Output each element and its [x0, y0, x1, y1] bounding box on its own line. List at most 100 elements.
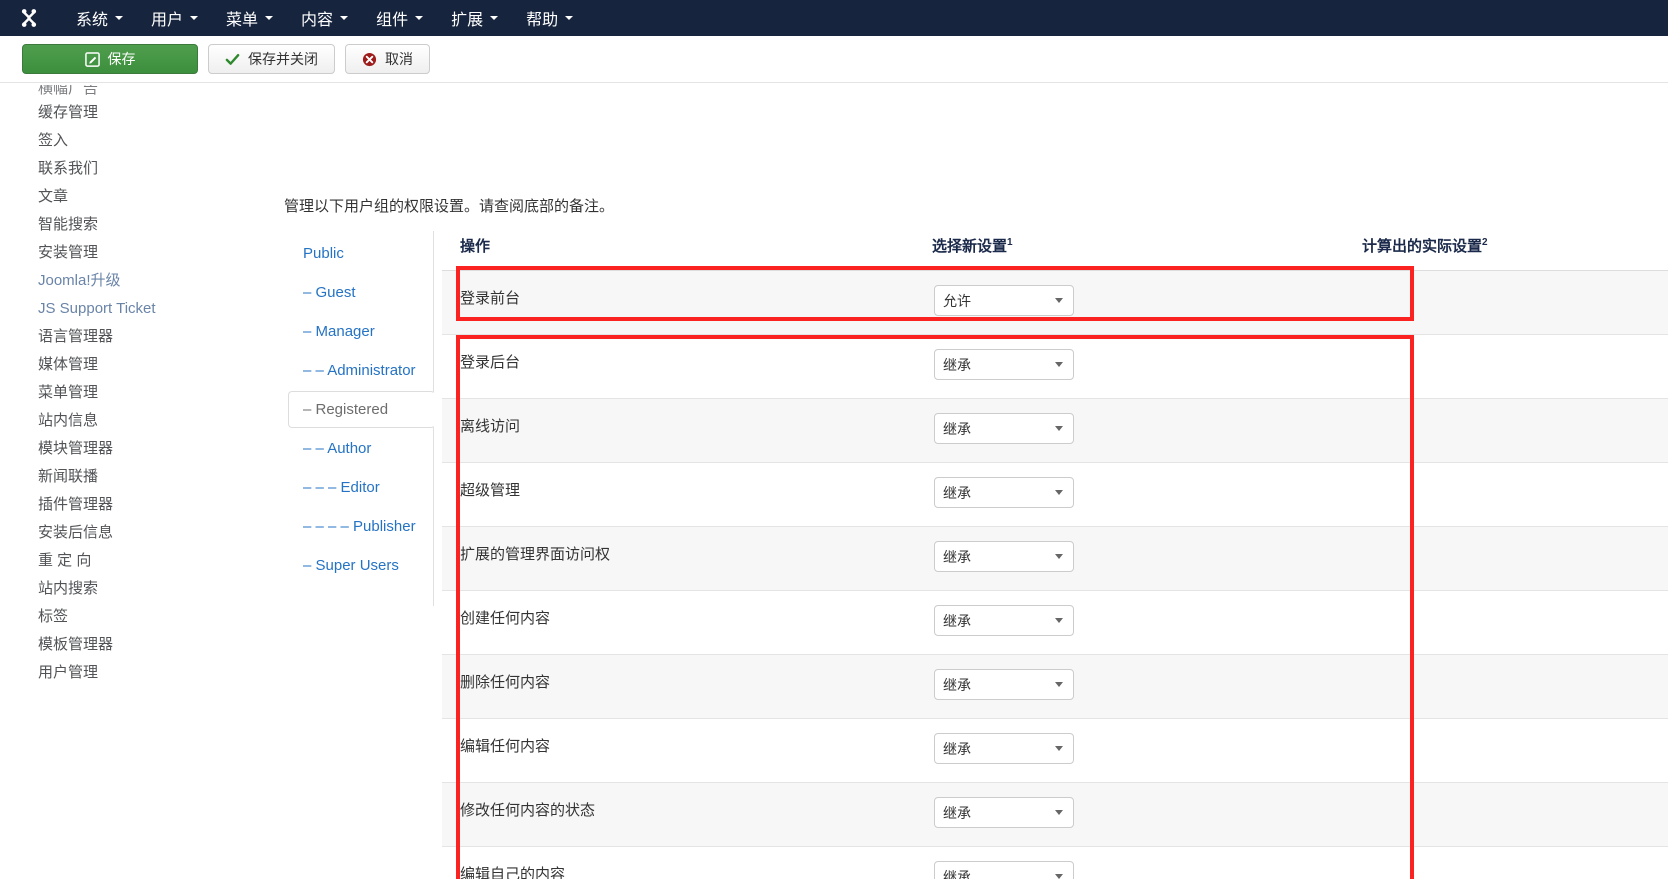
- chevron-down-icon: [1055, 426, 1063, 431]
- sidebar-item-1[interactable]: 缓存管理: [38, 99, 250, 127]
- save-and-close-button-label: 保存并关闭: [248, 51, 318, 67]
- sidebar-item-8[interactable]: JS Support Ticket: [38, 295, 250, 323]
- user-group-tab-2[interactable]: – Manager: [288, 313, 433, 350]
- menu-menus[interactable]: 菜单: [212, 0, 287, 36]
- cell-calculated-setting: 允许: [1344, 270, 1668, 335]
- permission-select[interactable]: 继承: [934, 797, 1074, 828]
- save-and-close-button[interactable]: 保存并关闭: [208, 44, 335, 74]
- sidebar-item-5[interactable]: 智能搜索: [38, 211, 250, 239]
- permissions-description: 管理以下用户组的权限设置。请查阅底部的备注。: [284, 198, 615, 215]
- table-row: 编辑任何内容 继承 不允许: [442, 718, 1668, 783]
- sidebar-item-17[interactable]: 重 定 向: [38, 547, 250, 575]
- sidebar-item-19[interactable]: 标签: [38, 603, 250, 631]
- page-body: 横幅广告 缓存管理 签入 联系我们 文章 智能搜索 安装管理 Joomla!升级 JS Supp…: [0, 83, 1668, 879]
- sidebar-item-16[interactable]: 安装后信息: [38, 519, 250, 547]
- sidebar-item-3[interactable]: 联系我们: [38, 155, 250, 183]
- user-group-tab-list: Public – Guest – Manager – – Administrator –…: [288, 231, 435, 606]
- permission-select[interactable]: 继承: [934, 349, 1074, 380]
- permission-select-value: 继承: [943, 804, 971, 821]
- cell-action-name: 删除任何内容: [442, 654, 914, 719]
- user-group-tab-7[interactable]: – – – – Publisher: [288, 508, 433, 545]
- chevron-down-icon: [490, 16, 499, 20]
- menu-help[interactable]: 帮助: [512, 0, 587, 36]
- user-group-tab-0[interactable]: Public: [288, 235, 433, 272]
- chevron-down-icon: [1055, 874, 1063, 879]
- permission-select[interactable]: 继承: [934, 669, 1074, 700]
- cell-action-name: 扩展的管理界面访问权: [442, 526, 914, 591]
- permissions-table: 操作 选择新设置1 计算出的实际设置2 登录前台允许允许登录后台继承不允许离线访…: [442, 231, 1668, 879]
- permission-select[interactable]: 继承: [934, 605, 1074, 636]
- cell-action-name: 超级管理: [442, 462, 914, 527]
- chevron-down-icon: [190, 16, 199, 20]
- column-header-calculated-setting: 计算出的实际设置2: [1344, 231, 1668, 271]
- sidebar-item-4[interactable]: 文章: [38, 183, 250, 211]
- sidebar-item-10[interactable]: 媒体管理: [38, 351, 250, 379]
- user-group-tab-8[interactable]: – Super Users: [288, 547, 433, 584]
- user-group-tab-1[interactable]: – Guest: [288, 274, 433, 311]
- chevron-down-icon: [1055, 554, 1063, 559]
- sidebar-item-7[interactable]: Joomla!升级: [38, 267, 250, 295]
- sidebar-item-9[interactable]: 语言管理器: [38, 323, 250, 351]
- menu-components[interactable]: 组件: [362, 0, 437, 36]
- sidebar-item-13[interactable]: 模块管理器: [38, 435, 250, 463]
- chevron-down-icon: [565, 16, 574, 20]
- sidebar-item-12[interactable]: 站内信息: [38, 407, 250, 435]
- user-group-tab-4[interactable]: – Registered: [288, 391, 435, 428]
- chevron-down-icon: [265, 16, 274, 20]
- user-group-tab-5[interactable]: – – Author: [288, 430, 433, 467]
- menu-content[interactable]: 内容: [287, 0, 362, 36]
- menu-extensions-label: 扩展: [451, 12, 484, 29]
- menu-system[interactable]: 系统: [62, 0, 137, 36]
- column-header-new-setting-footnote: 1: [1007, 237, 1013, 248]
- column-header-action: 操作: [442, 231, 914, 271]
- table-row: 登录前台 允许 允许: [442, 270, 1668, 335]
- table-row: 删除任何内容 继承 不允许: [442, 654, 1668, 719]
- permission-select[interactable]: 允许: [934, 285, 1074, 316]
- cell-calculated-setting: 不允许: [1344, 462, 1668, 527]
- permission-select[interactable]: 继承: [934, 413, 1074, 444]
- menu-help-label: 帮助: [526, 12, 559, 29]
- permission-select-value: 继承: [943, 356, 971, 373]
- cell-action-name: 创建任何内容: [442, 590, 914, 655]
- permission-select-value: 继承: [943, 548, 971, 565]
- cell-action-name: 登录后台: [442, 334, 914, 399]
- sidebar-item-0[interactable]: 横幅广告: [38, 85, 250, 99]
- sidebar-item-14[interactable]: 新闻联播: [38, 463, 250, 491]
- user-group-tab-3[interactable]: – – Administrator: [288, 352, 433, 389]
- cancel-button[interactable]: 取消: [345, 44, 430, 74]
- column-header-calculated-setting-footnote: 2: [1482, 237, 1488, 248]
- menu-users[interactable]: 用户: [137, 0, 212, 36]
- column-header-calculated-setting-label: 计算出的实际设置: [1362, 238, 1483, 255]
- cell-new-setting: 允许: [914, 270, 1344, 335]
- chevron-down-icon: [1055, 362, 1063, 367]
- permission-select[interactable]: 继承: [934, 541, 1074, 572]
- permission-select-value: 继承: [943, 676, 971, 693]
- sidebar-item-6[interactable]: 安装管理: [38, 239, 250, 267]
- close-circle-icon: [362, 52, 377, 67]
- sidebar-item-2[interactable]: 签入: [38, 127, 250, 155]
- sidebar-item-20[interactable]: 模板管理器: [38, 631, 250, 659]
- chevron-down-icon: [1055, 682, 1063, 687]
- cell-new-setting: 继承: [914, 846, 1344, 879]
- admin-menubar: 系统 用户 菜单 内容 组件 扩展 帮助: [0, 0, 1668, 36]
- permission-select[interactable]: 继承: [934, 733, 1074, 764]
- sidebar-item-21[interactable]: 用户管理: [38, 659, 250, 687]
- chevron-down-icon: [115, 16, 124, 20]
- permission-select-value: 继承: [943, 484, 971, 501]
- menu-extensions[interactable]: 扩展: [437, 0, 512, 36]
- joomla-logo-icon[interactable]: [14, 5, 44, 31]
- check-icon: [225, 52, 240, 67]
- save-button[interactable]: 保存: [22, 44, 198, 74]
- permission-select-value: 继承: [943, 612, 971, 629]
- sidebar-item-11[interactable]: 菜单管理: [38, 379, 250, 407]
- user-group-tab-6[interactable]: – – – Editor: [288, 469, 433, 506]
- permission-select[interactable]: 继承: [934, 477, 1074, 508]
- save-button-label: 保存: [107, 51, 136, 67]
- sidebar-item-18[interactable]: 站内搜索: [38, 575, 250, 603]
- permissions-table-body: 登录前台允许允许登录后台继承不允许离线访问继承不允许超级管理继承不允许扩展的管理…: [442, 270, 1668, 879]
- sidebar-item-15[interactable]: 插件管理器: [38, 491, 250, 519]
- component-sidebar: 横幅广告 缓存管理 签入 联系我们 文章 智能搜索 安装管理 Joomla!升级 JS Supp…: [0, 83, 250, 879]
- cell-new-setting: 继承: [914, 654, 1344, 719]
- permissions-table-head: 操作 选择新设置1 计算出的实际设置2: [442, 231, 1668, 271]
- permission-select[interactable]: 继承: [934, 861, 1074, 879]
